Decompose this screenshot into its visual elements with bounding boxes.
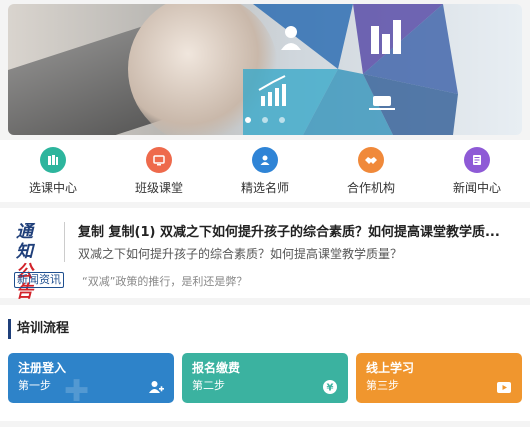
nav-item-class[interactable]: 班级课堂 — [106, 146, 212, 196]
divider — [64, 222, 65, 262]
notice-subtitle[interactable]: 双减之下如何提升孩子的综合素质？如何提高课堂教学质量？ — [78, 245, 402, 262]
carousel-dot[interactable] — [262, 117, 268, 123]
category-nav: 选课中心 班级课堂 精选名师 合作机构 新闻中心 — [0, 140, 530, 202]
notice-logo: 通知 公告 — [16, 222, 54, 302]
news-tag-badge: 新闻资讯 — [14, 272, 64, 288]
notice-title-link[interactable]: 复制 复制(1) 双减之下如何提升孩子的综合素质？如何提高课堂教学质... — [78, 221, 518, 240]
step-title: 注册登入 — [18, 361, 67, 375]
carousel-dot[interactable] — [279, 117, 286, 123]
course-select-icon — [40, 146, 66, 173]
news-icon — [464, 146, 490, 173]
nav-label: 班级课堂 — [134, 180, 183, 195]
carousel-indicators — [8, 108, 522, 127]
training-section: 培训流程 ✚ 注册登入 第一步 报名缴费 第二步 ¥ 线上学习 第三步 — [0, 305, 530, 421]
notice-section: 通知 公告 复制 复制(1) 双减之下如何提升孩子的综合素质？如何提高课堂教学质… — [0, 208, 530, 302]
class-icon — [146, 146, 172, 173]
nav-item-teacher[interactable]: 精选名师 — [212, 146, 318, 196]
video-play-icon — [496, 379, 512, 395]
section-heading: 培训流程 — [8, 319, 69, 339]
payment-icon: ¥ — [322, 379, 338, 395]
nav-label: 合作机构 — [346, 180, 395, 195]
user-add-icon — [148, 379, 164, 395]
step-number: 第三步 — [366, 379, 399, 392]
notice-logo-line1: 通知 — [16, 222, 37, 262]
step-card-payment[interactable]: 报名缴费 第二步 ¥ — [182, 353, 348, 403]
carousel-dot[interactable] — [244, 117, 251, 123]
step-title: 线上学习 — [366, 361, 415, 375]
nav-item-course-select[interactable]: 选课中心 — [0, 146, 106, 196]
nav-label: 选课中心 — [28, 180, 77, 195]
training-steps: ✚ 注册登入 第一步 报名缴费 第二步 ¥ 线上学习 第三步 — [8, 353, 522, 403]
step-title: 报名缴费 — [192, 361, 241, 375]
banner-carousel[interactable] — [8, 4, 522, 135]
teacher-icon — [252, 146, 278, 173]
news-headline-link[interactable]: “双减”政策的推行，是利还是弊？ — [82, 273, 247, 289]
nav-label: 新闻中心 — [452, 180, 501, 195]
step-card-learning[interactable]: 线上学习 第三步 — [356, 353, 522, 403]
svg-text:¥: ¥ — [327, 383, 334, 394]
plus-watermark-icon: ✚ — [64, 374, 90, 404]
step-number: 第二步 — [192, 379, 225, 392]
step-card-register[interactable]: ✚ 注册登入 第一步 — [8, 353, 174, 403]
nav-item-partner[interactable]: 合作机构 — [318, 146, 424, 196]
handshake-icon — [358, 146, 384, 173]
nav-label: 精选名师 — [240, 180, 289, 195]
nav-item-news[interactable]: 新闻中心 — [424, 146, 530, 196]
